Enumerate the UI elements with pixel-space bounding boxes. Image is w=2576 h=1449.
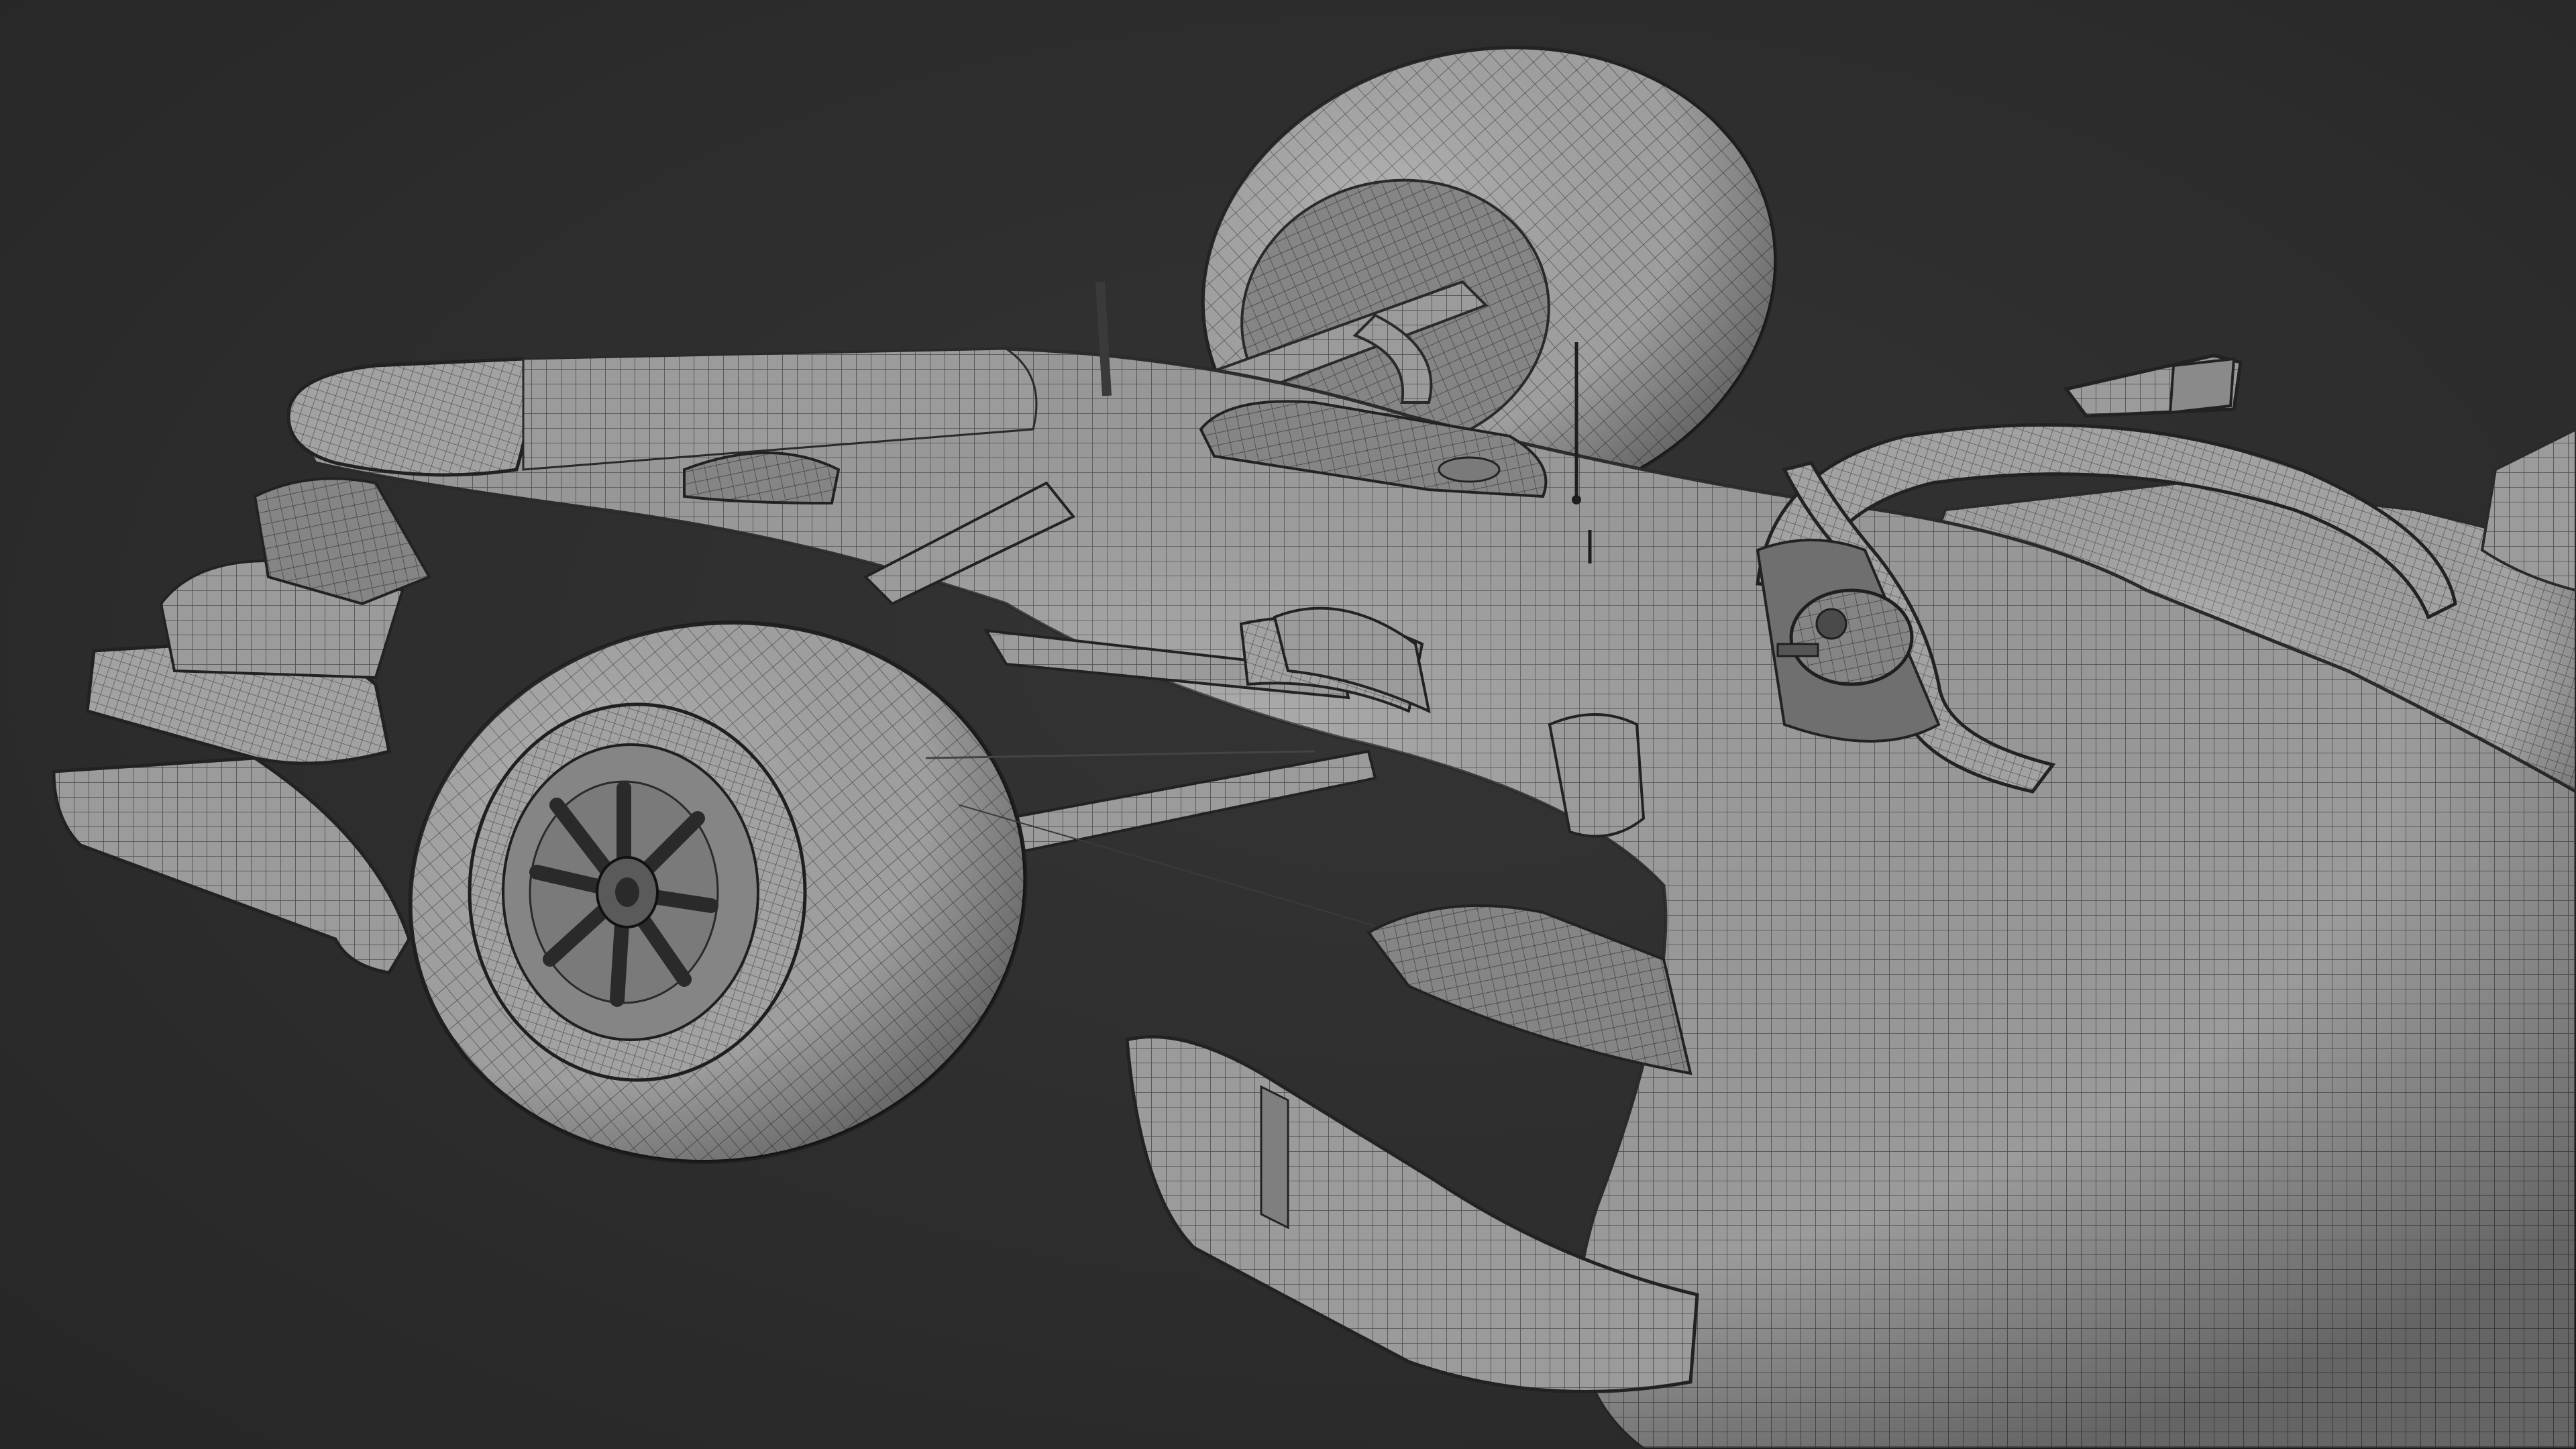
3d-viewport[interactable] [0,0,2576,1449]
rear-view-mirror [2063,354,2243,418]
front-left-rim [468,702,807,1082]
front-left-tire[interactable] [368,574,1069,1210]
bargeboard [1366,904,1693,1075]
wireframe-car-render [52,46,2576,1449]
